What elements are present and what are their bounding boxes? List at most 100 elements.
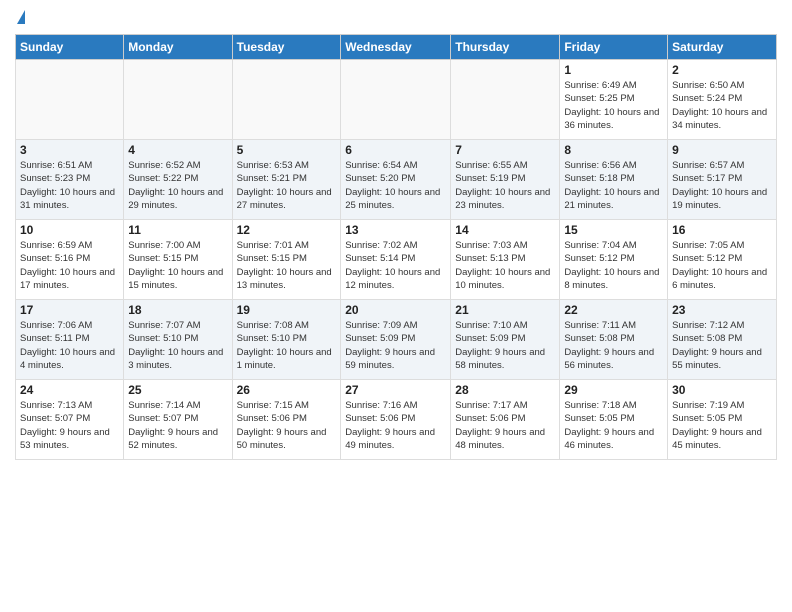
day-info: Sunrise: 7:13 AM Sunset: 5:07 PM Dayligh… <box>20 399 119 452</box>
day-info: Sunrise: 7:08 AM Sunset: 5:10 PM Dayligh… <box>237 319 337 372</box>
day-info: Sunrise: 6:56 AM Sunset: 5:18 PM Dayligh… <box>564 159 663 212</box>
weekday-header-tuesday: Tuesday <box>232 35 341 60</box>
day-info: Sunrise: 7:03 AM Sunset: 5:13 PM Dayligh… <box>455 239 555 292</box>
weekday-header-row: SundayMondayTuesdayWednesdayThursdayFrid… <box>16 35 777 60</box>
day-number: 7 <box>455 143 555 157</box>
logo <box>15 10 25 26</box>
day-number: 28 <box>455 383 555 397</box>
calendar-cell: 12 Sunrise: 7:01 AM Sunset: 5:15 PM Dayli… <box>232 220 341 300</box>
weekday-header-saturday: Saturday <box>668 35 777 60</box>
day-number: 5 <box>237 143 337 157</box>
calendar-cell: 11 Sunrise: 7:00 AM Sunset: 5:15 PM Dayli… <box>124 220 232 300</box>
week-row-5: 24 Sunrise: 7:13 AM Sunset: 5:07 PM Dayli… <box>16 380 777 460</box>
day-number: 18 <box>128 303 227 317</box>
calendar-cell: 1 Sunrise: 6:49 AM Sunset: 5:25 PM Daylig… <box>560 60 668 140</box>
day-number: 4 <box>128 143 227 157</box>
day-number: 8 <box>564 143 663 157</box>
calendar-cell: 23Sunrise: 7:12 AM Sunset: 5:08 PM Dayli… <box>668 300 777 380</box>
day-info: Sunrise: 7:00 AM Sunset: 5:15 PM Dayligh… <box>128 239 227 292</box>
calendar-table: SundayMondayTuesdayWednesdayThursdayFrid… <box>15 34 777 460</box>
day-info: Sunrise: 6:54 AM Sunset: 5:20 PM Dayligh… <box>345 159 446 212</box>
week-row-3: 10Sunrise: 6:59 AM Sunset: 5:16 PM Dayli… <box>16 220 777 300</box>
day-number: 2 <box>672 63 772 77</box>
day-number: 24 <box>20 383 119 397</box>
day-info: Sunrise: 7:15 AM Sunset: 5:06 PM Dayligh… <box>237 399 337 452</box>
day-number: 22 <box>564 303 663 317</box>
day-info: Sunrise: 6:50 AM Sunset: 5:24 PM Dayligh… <box>672 79 772 132</box>
logo-triangle-icon <box>17 10 25 24</box>
calendar-cell: 19 Sunrise: 7:08 AM Sunset: 5:10 PM Dayli… <box>232 300 341 380</box>
calendar-cell: 14 Sunrise: 7:03 AM Sunset: 5:13 PM Dayli… <box>451 220 560 300</box>
calendar-cell: 30 Sunrise: 7:19 AM Sunset: 5:05 PM Dayli… <box>668 380 777 460</box>
weekday-header-thursday: Thursday <box>451 35 560 60</box>
calendar-cell: 5 Sunrise: 6:53 AM Sunset: 5:21 PM Daylig… <box>232 140 341 220</box>
day-number: 11 <box>128 223 227 237</box>
calendar-cell: 17 Sunrise: 7:06 AM Sunset: 5:11 PM Dayli… <box>16 300 124 380</box>
day-number: 13 <box>345 223 446 237</box>
day-info: Sunrise: 6:49 AM Sunset: 5:25 PM Dayligh… <box>564 79 663 132</box>
day-info: Sunrise: 7:19 AM Sunset: 5:05 PM Dayligh… <box>672 399 772 452</box>
day-number: 1 <box>564 63 663 77</box>
weekday-header-sunday: Sunday <box>16 35 124 60</box>
calendar-cell: 15 Sunrise: 7:04 AM Sunset: 5:12 PM Dayli… <box>560 220 668 300</box>
day-info: Sunrise: 7:12 AM Sunset: 5:08 PM Dayligh… <box>672 319 772 372</box>
day-info: Sunrise: 6:51 AM Sunset: 5:23 PM Dayligh… <box>20 159 119 212</box>
header <box>15 10 777 26</box>
calendar-cell: 24 Sunrise: 7:13 AM Sunset: 5:07 PM Dayli… <box>16 380 124 460</box>
calendar-cell: 16 Sunrise: 7:05 AM Sunset: 5:12 PM Dayli… <box>668 220 777 300</box>
weekday-header-monday: Monday <box>124 35 232 60</box>
day-info: Sunrise: 6:53 AM Sunset: 5:21 PM Dayligh… <box>237 159 337 212</box>
calendar-cell: 10Sunrise: 6:59 AM Sunset: 5:16 PM Dayli… <box>16 220 124 300</box>
calendar-cell: 27 Sunrise: 7:16 AM Sunset: 5:06 PM Dayli… <box>341 380 451 460</box>
day-number: 3 <box>20 143 119 157</box>
calendar-cell <box>124 60 232 140</box>
calendar-cell <box>341 60 451 140</box>
day-info: Sunrise: 7:17 AM Sunset: 5:06 PM Dayligh… <box>455 399 555 452</box>
day-info: Sunrise: 7:04 AM Sunset: 5:12 PM Dayligh… <box>564 239 663 292</box>
calendar-cell: 28 Sunrise: 7:17 AM Sunset: 5:06 PM Dayli… <box>451 380 560 460</box>
day-number: 6 <box>345 143 446 157</box>
day-info: Sunrise: 6:55 AM Sunset: 5:19 PM Dayligh… <box>455 159 555 212</box>
day-info: Sunrise: 6:57 AM Sunset: 5:17 PM Dayligh… <box>672 159 772 212</box>
calendar-cell: 21 Sunrise: 7:10 AM Sunset: 5:09 PM Dayli… <box>451 300 560 380</box>
day-number: 29 <box>564 383 663 397</box>
calendar-cell: 3 Sunrise: 6:51 AM Sunset: 5:23 PM Daylig… <box>16 140 124 220</box>
day-info: Sunrise: 7:09 AM Sunset: 5:09 PM Dayligh… <box>345 319 446 372</box>
day-number: 10 <box>20 223 119 237</box>
calendar-cell: 6 Sunrise: 6:54 AM Sunset: 5:20 PM Daylig… <box>341 140 451 220</box>
day-number: 16 <box>672 223 772 237</box>
calendar-cell: 18 Sunrise: 7:07 AM Sunset: 5:10 PM Dayli… <box>124 300 232 380</box>
calendar-cell: 9Sunrise: 6:57 AM Sunset: 5:17 PM Daylig… <box>668 140 777 220</box>
day-info: Sunrise: 7:05 AM Sunset: 5:12 PM Dayligh… <box>672 239 772 292</box>
day-info: Sunrise: 7:02 AM Sunset: 5:14 PM Dayligh… <box>345 239 446 292</box>
day-number: 30 <box>672 383 772 397</box>
calendar-cell: 29 Sunrise: 7:18 AM Sunset: 5:05 PM Dayli… <box>560 380 668 460</box>
day-info: Sunrise: 7:10 AM Sunset: 5:09 PM Dayligh… <box>455 319 555 372</box>
week-row-4: 17 Sunrise: 7:06 AM Sunset: 5:11 PM Dayli… <box>16 300 777 380</box>
weekday-header-friday: Friday <box>560 35 668 60</box>
day-number: 14 <box>455 223 555 237</box>
calendar-cell: 20Sunrise: 7:09 AM Sunset: 5:09 PM Dayli… <box>341 300 451 380</box>
day-number: 12 <box>237 223 337 237</box>
day-info: Sunrise: 7:16 AM Sunset: 5:06 PM Dayligh… <box>345 399 446 452</box>
day-number: 15 <box>564 223 663 237</box>
calendar-cell: 22Sunrise: 7:11 AM Sunset: 5:08 PM Dayli… <box>560 300 668 380</box>
day-number: 25 <box>128 383 227 397</box>
week-row-1: 1 Sunrise: 6:49 AM Sunset: 5:25 PM Daylig… <box>16 60 777 140</box>
day-number: 17 <box>20 303 119 317</box>
weekday-header-wednesday: Wednesday <box>341 35 451 60</box>
calendar-cell <box>16 60 124 140</box>
day-info: Sunrise: 7:07 AM Sunset: 5:10 PM Dayligh… <box>128 319 227 372</box>
calendar-cell: 2 Sunrise: 6:50 AM Sunset: 5:24 PM Daylig… <box>668 60 777 140</box>
day-number: 27 <box>345 383 446 397</box>
day-info: Sunrise: 6:52 AM Sunset: 5:22 PM Dayligh… <box>128 159 227 212</box>
day-info: Sunrise: 7:14 AM Sunset: 5:07 PM Dayligh… <box>128 399 227 452</box>
day-info: Sunrise: 7:01 AM Sunset: 5:15 PM Dayligh… <box>237 239 337 292</box>
calendar-cell: 8 Sunrise: 6:56 AM Sunset: 5:18 PM Daylig… <box>560 140 668 220</box>
day-number: 19 <box>237 303 337 317</box>
calendar-cell: 25 Sunrise: 7:14 AM Sunset: 5:07 PM Dayli… <box>124 380 232 460</box>
day-info: Sunrise: 7:18 AM Sunset: 5:05 PM Dayligh… <box>564 399 663 452</box>
day-number: 21 <box>455 303 555 317</box>
day-info: Sunrise: 7:06 AM Sunset: 5:11 PM Dayligh… <box>20 319 119 372</box>
calendar-cell: 26Sunrise: 7:15 AM Sunset: 5:06 PM Dayli… <box>232 380 341 460</box>
